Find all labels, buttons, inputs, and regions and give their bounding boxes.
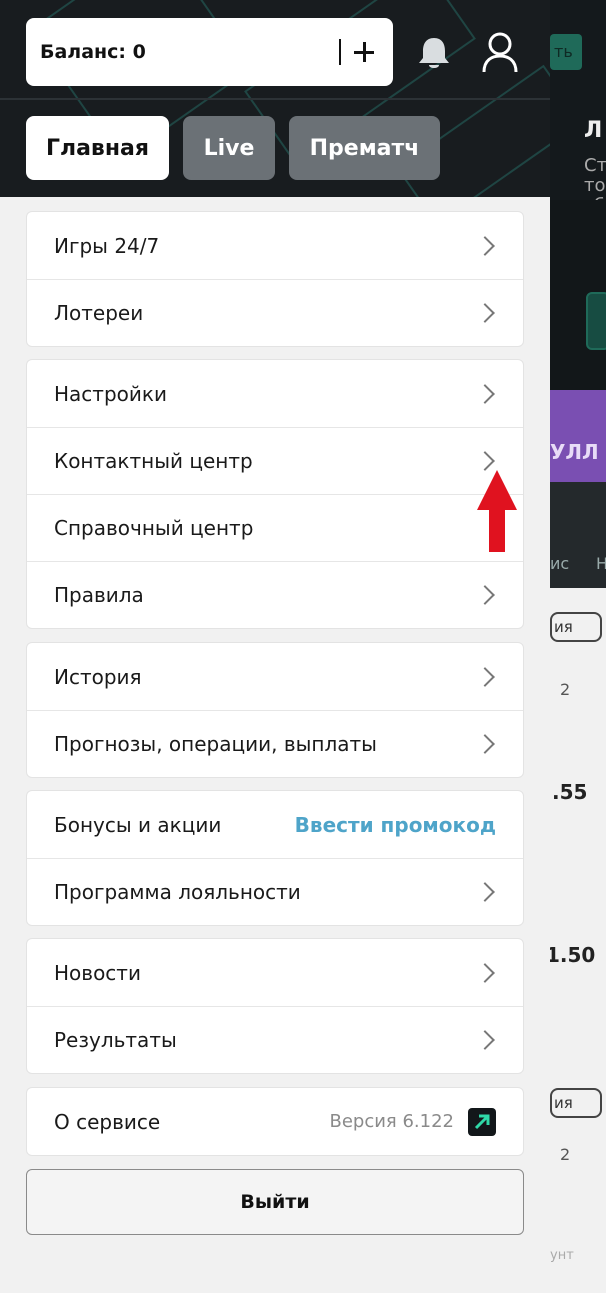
red-annotation-arrow-icon xyxy=(477,470,517,552)
menu-item-bonuses[interactable]: Бонусы и акции Ввести промокод xyxy=(27,791,523,858)
menu-item-forecasts[interactable]: Прогнозы, операции, выплаты xyxy=(27,710,523,777)
background-app: ть Л Ст то сб УЛЛ ис Н ия 2 .55 1.50 ия … xyxy=(550,0,606,1293)
chevron-right-icon xyxy=(475,303,495,323)
background-odd[interactable]: 1.50 xyxy=(550,943,595,967)
menu-item-label: Программа лояльности xyxy=(54,880,301,904)
background-header: ть Л Ст то сб xyxy=(550,0,606,216)
balance-widget[interactable]: Баланс: 0 xyxy=(26,18,393,86)
menu-item-settings[interactable]: Настройки xyxy=(27,360,523,427)
menu-item-label: Контактный центр xyxy=(54,449,253,473)
background-tab[interactable]: Н xyxy=(596,554,606,573)
header-divider xyxy=(0,98,550,100)
menu-item-about[interactable]: О сервисе Версия 6.122 xyxy=(27,1088,523,1155)
menu-group-about: О сервисе Версия 6.122 xyxy=(26,1087,524,1156)
app-logo-icon xyxy=(468,1107,496,1136)
menu-item-label: Новости xyxy=(54,960,141,985)
version-label: Версия 6.122 xyxy=(329,1111,454,1132)
background-pill: ия xyxy=(550,612,602,642)
menu-item-results[interactable]: Результаты xyxy=(27,1006,523,1073)
background-footer-label: унт xyxy=(550,1248,574,1263)
teaser-line: Ст xyxy=(584,155,606,176)
menu-group-games: Игры 24/7 Лотереи xyxy=(26,211,524,347)
menu-item-lotteries[interactable]: Лотереи xyxy=(27,279,523,346)
chevron-right-icon xyxy=(475,882,495,902)
menu-group-bonuses: Бонусы и акции Ввести промокод Программа… xyxy=(26,790,524,926)
menu-item-label: Прогнозы, операции, выплаты xyxy=(54,732,377,756)
background-tab[interactable]: ис xyxy=(550,554,569,573)
background-banner-text: УЛЛ xyxy=(550,440,599,464)
menu-group-support: Настройки Контактный центр Справочный це… xyxy=(26,359,524,629)
external-arrow-icon xyxy=(474,1114,490,1129)
background-tabs: ис Н xyxy=(550,482,606,588)
menu-group-news: Новости Результаты xyxy=(26,938,524,1074)
background-green-button[interactable] xyxy=(586,292,606,350)
chevron-right-icon xyxy=(475,383,495,404)
menu-item-label: Бонусы и акции xyxy=(54,812,222,837)
menu-item-label: Правила xyxy=(54,583,144,607)
add-funds-icon[interactable] xyxy=(351,39,377,65)
menu-item-history[interactable]: История xyxy=(27,643,523,710)
menu-item-label: Настройки xyxy=(54,381,167,406)
side-menu: Баланс: 0 Главная Live Прематч Игры 24/7… xyxy=(0,0,550,1293)
balance-label: Баланс: 0 xyxy=(40,41,146,63)
tab-main[interactable]: Главная xyxy=(26,116,169,180)
menu-item-help-center[interactable]: Справочный центр xyxy=(27,494,523,561)
tab-live[interactable]: Live xyxy=(183,116,275,180)
menu-item-label: Лотереи xyxy=(54,301,144,325)
balance-separator xyxy=(339,39,341,65)
menu-item-games[interactable]: Игры 24/7 xyxy=(27,212,523,279)
logout-button[interactable]: Выйти xyxy=(26,1169,524,1235)
menu-item-label: История xyxy=(54,664,142,689)
user-icon[interactable] xyxy=(480,30,520,74)
background-events-list: ия 2 .55 1.50 ия 2 xyxy=(550,588,606,1293)
menu-item-news[interactable]: Новости xyxy=(27,939,523,1006)
chevron-right-icon xyxy=(475,734,495,754)
chevron-right-icon xyxy=(475,1030,495,1050)
menu-item-rules[interactable]: Правила xyxy=(27,561,523,628)
background-number: 2 xyxy=(560,680,571,699)
chevron-right-icon xyxy=(475,585,495,605)
chevron-right-icon xyxy=(475,666,495,687)
tab-prematch[interactable]: Прематч xyxy=(289,116,440,180)
chevron-right-icon xyxy=(475,451,495,471)
chevron-right-icon xyxy=(475,962,495,983)
chevron-right-icon xyxy=(475,235,495,256)
background-banner[interactable]: УЛЛ xyxy=(550,390,606,482)
menu-item-label: Результаты xyxy=(54,1028,177,1052)
background-odd[interactable]: .55 xyxy=(552,780,587,804)
menu-item-label: Справочный центр xyxy=(54,516,254,540)
background-pill: ия xyxy=(550,1088,602,1118)
teaser-line: то xyxy=(584,175,606,196)
menu-item-label: Игры 24/7 xyxy=(54,233,160,258)
menu-item-loyalty[interactable]: Программа лояльности xyxy=(27,858,523,925)
menu-item-contact-center[interactable]: Контактный центр xyxy=(27,427,523,494)
background-action-button[interactable]: ть xyxy=(550,34,582,70)
background-section xyxy=(550,200,606,390)
bell-icon[interactable] xyxy=(414,32,454,72)
menu-group-history: История Прогнозы, операции, выплаты xyxy=(26,642,524,778)
menu-header: Баланс: 0 Главная Live Прематч xyxy=(0,0,550,197)
menu-item-label: О сервисе xyxy=(54,1109,161,1134)
background-number: 2 xyxy=(560,1145,571,1164)
background-teaser-title: Л xyxy=(584,118,603,143)
enter-promo-link[interactable]: Ввести промокод xyxy=(295,813,496,837)
